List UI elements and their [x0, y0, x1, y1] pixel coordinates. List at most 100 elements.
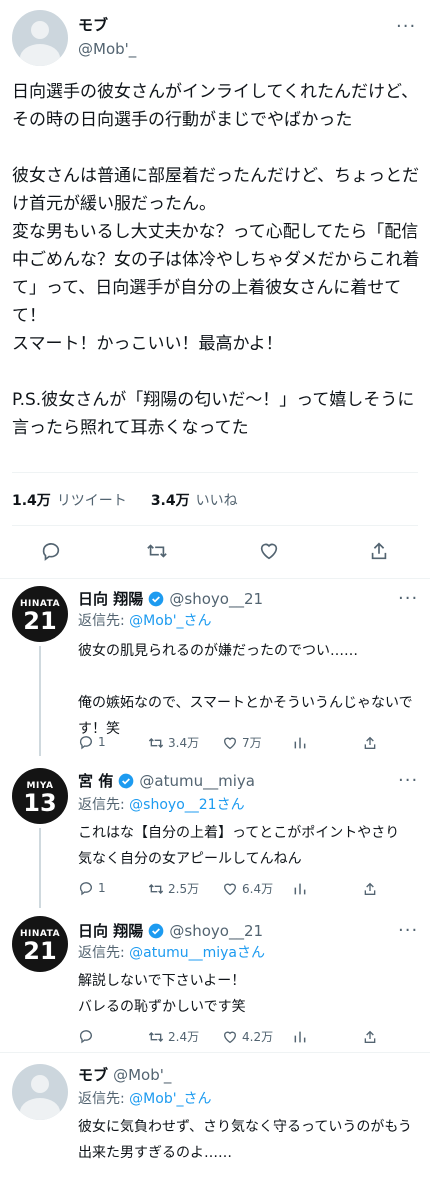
reply-to: 返信先: @atumu__miyaさん	[78, 942, 265, 962]
likes-label[interactable]: いいね	[196, 490, 238, 510]
retweet-action[interactable]: 3.4万	[148, 734, 199, 751]
reply-author-name[interactable]: モブ	[78, 1066, 108, 1084]
retweets-label[interactable]: リツイート	[57, 490, 127, 510]
reply-tweet: HINATA 21 日向 翔陽 @shoyo__21 ··· 返信先: @Mob…	[0, 580, 430, 760]
retweet-icon[interactable]	[148, 735, 164, 751]
avatar[interactable]	[12, 10, 68, 66]
reply-author-handle[interactable]: @atumu__miya	[139, 772, 255, 790]
reply-header: 日向 翔陽 @shoyo__21	[78, 588, 263, 609]
divider	[12, 525, 418, 526]
retweet-icon[interactable]	[148, 881, 164, 897]
reply-to-link[interactable]: @shoyo__21さん	[129, 797, 244, 813]
likes-count[interactable]: 3.4万	[151, 490, 190, 510]
jersey-number: 13	[23, 789, 57, 817]
retweet-icon[interactable]	[146, 540, 168, 566]
retweets-count[interactable]: 1.4万	[12, 490, 51, 510]
like-icon[interactable]	[222, 1029, 238, 1045]
like-count: 4.2万	[242, 1030, 274, 1044]
reply-author-handle[interactable]: @shoyo__21	[169, 922, 263, 940]
reply-count: 1	[98, 881, 106, 895]
reply-author-handle[interactable]: @Mob'_	[113, 1066, 171, 1084]
retweet-action[interactable]: 2.4万	[148, 1028, 199, 1045]
avatar[interactable]: MIYA 13	[12, 768, 68, 824]
reply-icon[interactable]	[78, 1028, 94, 1048]
reply-author-name[interactable]: 日向 翔陽	[78, 590, 143, 608]
reply-icon[interactable]	[40, 540, 62, 566]
reply-header: 宮 侑 @atumu__miya	[78, 770, 255, 791]
retweet-icon[interactable]	[148, 1029, 164, 1045]
author-handle[interactable]: @Mob'_	[78, 40, 136, 58]
avatar-body	[20, 44, 60, 66]
reply-to: 返信先: @shoyo__21さん	[78, 794, 245, 814]
reply-count: 1	[98, 735, 106, 749]
verified-badge-icon	[118, 773, 134, 789]
avatar-body	[20, 1098, 60, 1120]
analytics-icon[interactable]	[292, 881, 308, 901]
more-icon[interactable]: ···	[398, 590, 418, 608]
retweet-count: 2.4万	[168, 1030, 200, 1044]
verified-badge-icon	[148, 923, 164, 939]
analytics-icon[interactable]	[292, 1029, 308, 1049]
share-icon[interactable]	[362, 881, 378, 901]
like-count: 6.4万	[242, 882, 274, 896]
verified-badge-icon	[148, 591, 164, 607]
reply-to-prefix: 返信先:	[78, 1091, 130, 1107]
share-icon[interactable]	[368, 540, 390, 566]
retweet-count: 2.5万	[168, 882, 200, 896]
reply-tweet: モブ @Mob'_ 返信先: @Mob'_さん 彼女に気負わせず、さり気なく守る…	[0, 1056, 430, 1200]
reply-to-link[interactable]: @Mob'_さん	[129, 613, 211, 629]
avatar[interactable]	[12, 1064, 68, 1120]
analytics-icon[interactable]	[292, 735, 308, 755]
reply-author-name[interactable]: 日向 翔陽	[78, 922, 143, 940]
reply-to-prefix: 返信先:	[78, 797, 130, 813]
avatar-head	[31, 21, 49, 39]
more-icon[interactable]: ···	[398, 922, 418, 940]
reply-to-prefix: 返信先:	[78, 945, 130, 961]
tweet-stats: 1.4万 リツイート 3.4万 いいね	[12, 490, 238, 510]
avatar[interactable]: HINATA 21	[12, 916, 68, 972]
divider	[0, 1052, 430, 1053]
reply-to-link[interactable]: @Mob'_さん	[129, 1091, 211, 1107]
like-icon[interactable]	[258, 540, 280, 566]
reply-text: 解説しないで下さいよー！ バレるの恥ずかしいです笑	[78, 973, 246, 1015]
jersey-number: 21	[23, 937, 57, 965]
like-count: 7万	[242, 736, 262, 750]
divider	[12, 472, 418, 473]
like-action[interactable]: 4.2万	[222, 1028, 273, 1045]
tweet-text: 日向選手の彼女さんがインライしてくれたんだけど、その時の日向選手の行動がまじでや…	[12, 82, 420, 438]
retweet-count: 3.4万	[168, 736, 200, 750]
share-icon[interactable]	[362, 735, 378, 755]
share-icon[interactable]	[362, 1029, 378, 1049]
avatar-head	[31, 1075, 49, 1093]
like-action[interactable]: 7万	[222, 734, 262, 751]
more-icon[interactable]: ···	[396, 18, 416, 36]
author-name[interactable]: モブ	[78, 14, 108, 35]
reply-to: 返信先: @Mob'_さん	[78, 1088, 212, 1108]
thread-line	[39, 646, 41, 756]
divider	[0, 578, 430, 579]
reply-text: 彼女の肌見られるのが嫌だったのでつい…… 俺の嫉妬なので、スマートとかそういうん…	[78, 643, 413, 737]
reply-tweet: MIYA 13 宮 侑 @atumu__miya ··· 返信先: @shoyo…	[0, 762, 430, 908]
retweet-action[interactable]: 2.5万	[148, 880, 199, 897]
reply-header: 日向 翔陽 @shoyo__21	[78, 920, 263, 941]
reply-text: これはな【自分の上着】ってとこがポイントやさり気なく自分の女アピールしてんねん	[78, 825, 400, 867]
reply-to: 返信先: @Mob'_さん	[78, 610, 212, 630]
reply-tweet: HINATA 21 日向 翔陽 @shoyo__21 ··· 返信先: @atu…	[0, 910, 430, 1050]
like-icon[interactable]	[222, 735, 238, 751]
reply-author-handle[interactable]: @shoyo__21	[169, 590, 263, 608]
like-action[interactable]: 6.4万	[222, 880, 273, 897]
reply-action[interactable]: 1	[78, 734, 106, 750]
like-icon[interactable]	[222, 881, 238, 897]
reply-text: 彼女に気負わせず、さり気なく守るっていうのがもう出来た男すぎるのよ……	[78, 1119, 412, 1161]
reply-to-link[interactable]: @atumu__miyaさん	[129, 945, 265, 961]
reply-action[interactable]: 1	[78, 880, 106, 896]
reply-to-prefix: 返信先:	[78, 613, 130, 629]
avatar[interactable]: HINATA 21	[12, 586, 68, 642]
jersey-number: 21	[23, 607, 57, 635]
more-icon[interactable]: ···	[398, 772, 418, 790]
reply-author-name[interactable]: 宮 侑	[78, 772, 113, 790]
reply-header: モブ @Mob'_	[78, 1064, 171, 1085]
reply-icon[interactable]	[78, 734, 94, 750]
reply-icon[interactable]	[78, 880, 94, 896]
thread-line	[39, 828, 41, 908]
